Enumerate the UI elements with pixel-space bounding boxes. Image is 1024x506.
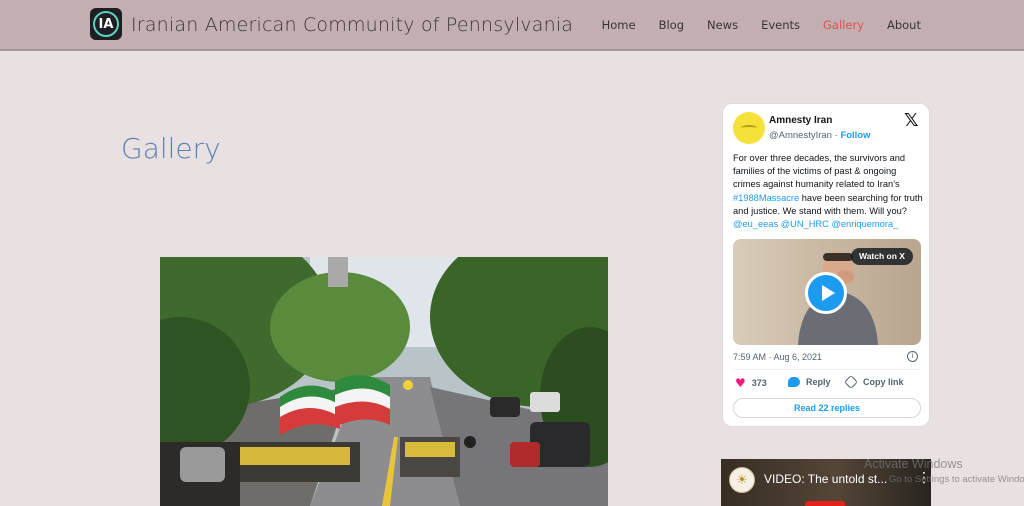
channel-lion-sun-icon[interactable]: ☀ (729, 467, 755, 493)
tweet-text: For over three decades, the survivors an… (733, 152, 925, 231)
play-icon (821, 285, 835, 301)
x-logo-icon[interactable]: 𝕏 (904, 110, 919, 131)
street-rally-photo-icon (160, 257, 608, 506)
like-count: 373 (751, 378, 767, 388)
gallery-photo[interactable] (160, 257, 608, 506)
tweet-mentions[interactable]: @eu_eeas @UN_HRC @enriquemora_ (733, 219, 898, 229)
site-title[interactable]: Iranian American Community of Pennsylvan… (131, 14, 573, 36)
tweet-timestamp[interactable]: 7:59 AM · Aug 6, 2021 (733, 352, 822, 362)
nav-blog[interactable]: Blog (659, 18, 684, 32)
site-logo-icon: IA (93, 11, 119, 37)
tweet-video[interactable]: Watch on X (733, 239, 921, 345)
copy-link-action[interactable]: Copy link (843, 374, 904, 390)
youtube-video-title[interactable]: VIDEO: The untold st... (764, 472, 887, 486)
nav-news[interactable]: News (707, 18, 738, 32)
nav-gallery[interactable]: Gallery (823, 18, 864, 32)
reply-bubble-icon (788, 377, 800, 387)
tweet-handle-row: @AmnestyIran · Follow (769, 130, 871, 141)
tweet-handle[interactable]: @AmnestyIran (769, 130, 832, 141)
embedded-tweet: Amnesty Iran @AmnestyIran · Follow 𝕏 For… (722, 103, 930, 427)
nav-about[interactable]: About (887, 18, 921, 32)
tweet-author-name[interactable]: Amnesty Iran (769, 115, 832, 126)
tweet-follow-button[interactable]: Follow (840, 130, 870, 141)
main-nav: Home Blog News Events Gallery About (579, 18, 921, 32)
tweet-avatar[interactable] (733, 112, 765, 144)
copy-link-label: Copy link (863, 377, 904, 387)
youtube-play-icon[interactable] (805, 501, 845, 506)
read-replies-button[interactable]: Read 22 replies (733, 398, 921, 418)
reply-action[interactable]: Reply (788, 377, 831, 387)
link-icon (843, 374, 859, 390)
heart-icon: ♥ (735, 376, 746, 390)
nav-events[interactable]: Events (761, 18, 800, 32)
reply-label: Reply (806, 377, 831, 387)
amnesty-candle-icon (741, 125, 757, 131)
video-play-button[interactable] (805, 272, 847, 314)
watch-on-x-button[interactable]: Watch on X (851, 248, 913, 265)
tweet-hashtag[interactable]: #1988Massacre (733, 193, 799, 203)
tweet-actions: ♥ 373 Reply Copy link (733, 374, 923, 391)
site-header: IA Iranian American Community of Pennsyl… (0, 0, 1024, 51)
nav-home[interactable]: Home (602, 18, 636, 32)
tweet-divider (733, 369, 921, 370)
activate-windows-title: Activate Windows (864, 457, 963, 471)
site-logo[interactable]: IA (90, 8, 122, 40)
like-action[interactable]: ♥ 373 (735, 377, 767, 389)
tweet-text-part-1: For over three decades, the survivors an… (733, 153, 906, 190)
activate-windows-subtitle: Go to Settings to activate Windows (889, 474, 1024, 485)
page-title: Gallery (121, 132, 221, 165)
info-icon[interactable]: i (907, 351, 918, 362)
